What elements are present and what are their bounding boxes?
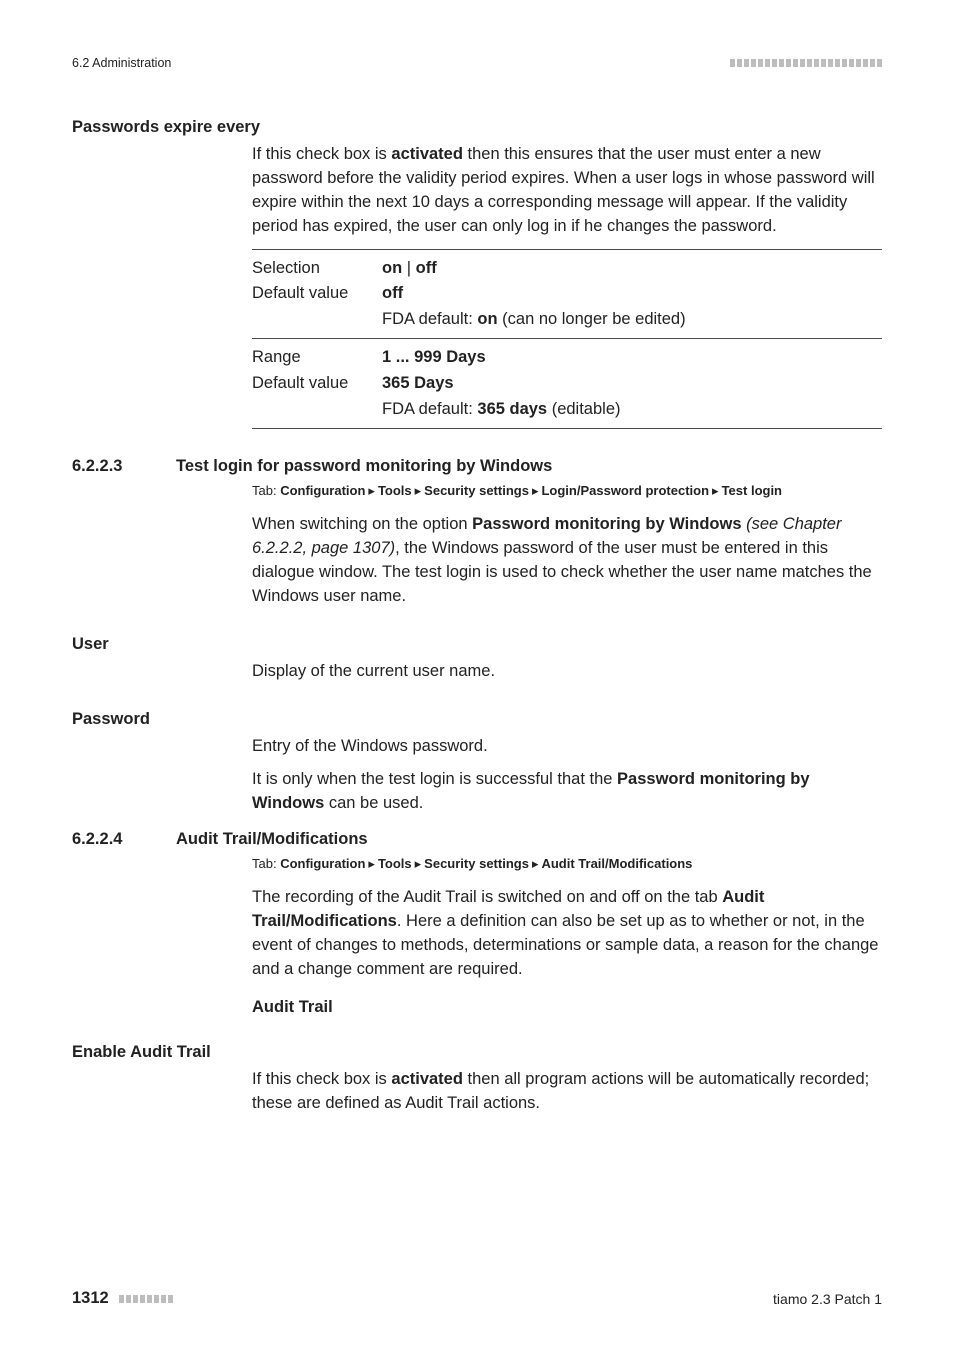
value-fda-2: FDA default: 365 days (editable) — [382, 397, 882, 423]
running-header: 6.2 Administration — [72, 56, 882, 70]
heading-text: Audit Trail/Modifications — [176, 830, 368, 849]
rule — [252, 338, 882, 339]
heading-6-2-2-3: 6.2.2.3 Test login for password monitori… — [72, 457, 882, 476]
arrow-icon: ▸ — [365, 856, 378, 871]
arrow-icon: ▸ — [412, 856, 425, 871]
page-footer: 1312 tiamo 2.3 Patch 1 — [72, 1289, 882, 1308]
value-default-1: off — [382, 281, 882, 307]
footer-right: tiamo 2.3 Patch 1 — [773, 1291, 882, 1307]
subheading-audit-trail: Audit Trail — [252, 998, 882, 1017]
label-selection: Selection — [252, 256, 382, 282]
footer-decor-icon — [119, 1295, 173, 1303]
page-number: 1312 — [72, 1289, 109, 1308]
tabline-6-2-2-3: Tab: Configuration▸Tools▸Security settin… — [252, 482, 882, 501]
heading-6-2-2-4: 6.2.2.4 Audit Trail/Modifications — [72, 830, 882, 849]
para-password-2: It is only when the test login is succes… — [252, 768, 882, 816]
arrow-icon: ▸ — [365, 483, 378, 498]
arrow-icon: ▸ — [709, 483, 722, 498]
row-range: Range 1 ... 999 Days — [252, 345, 882, 371]
para-passwords-expire: If this check box is activated then this… — [252, 143, 882, 239]
para-test-login: When switching on the option Password mo… — [252, 513, 882, 609]
row-selection: Selection on | off — [252, 256, 882, 282]
heading-password: Password — [72, 710, 882, 729]
value-selection: on | off — [382, 256, 882, 282]
heading-enable-audit-trail: Enable Audit Trail — [72, 1043, 882, 1062]
heading-number: 6.2.2.4 — [72, 830, 148, 849]
para-audit-trail-intro: The recording of the Audit Trail is swit… — [252, 886, 882, 982]
arrow-icon: ▸ — [412, 483, 425, 498]
label-default-1: Default value — [252, 281, 382, 307]
value-range: 1 ... 999 Days — [382, 345, 882, 371]
para-enable-audit-trail: If this check box is activated then all … — [252, 1068, 882, 1116]
heading-number: 6.2.2.3 — [72, 457, 148, 476]
value-fda-1: FDA default: on (can no longer be edited… — [382, 307, 882, 333]
value-default-2: 365 Days — [382, 371, 882, 397]
tabline-6-2-2-4: Tab: Configuration▸Tools▸Security settin… — [252, 855, 882, 874]
row-default-1: Default value off — [252, 281, 882, 307]
para-user: Display of the current user name. — [252, 660, 882, 684]
rule — [252, 249, 882, 250]
heading-text: Test login for password monitoring by Wi… — [176, 457, 552, 476]
heading-user: User — [72, 635, 882, 654]
row-fda-1: FDA default: on (can no longer be edited… — [252, 307, 882, 333]
arrow-icon: ▸ — [529, 483, 542, 498]
arrow-icon: ▸ — [529, 856, 542, 871]
row-fda-2: FDA default: 365 days (editable) — [252, 397, 882, 423]
label-range: Range — [252, 345, 382, 371]
runhead-decor-icon — [730, 59, 882, 67]
rule — [252, 428, 882, 429]
runhead-left: 6.2 Administration — [72, 56, 171, 70]
label-default-2: Default value — [252, 371, 382, 397]
para-password-1: Entry of the Windows password. — [252, 735, 882, 759]
heading-passwords-expire: Passwords expire every — [72, 118, 882, 137]
row-default-2: Default value 365 Days — [252, 371, 882, 397]
